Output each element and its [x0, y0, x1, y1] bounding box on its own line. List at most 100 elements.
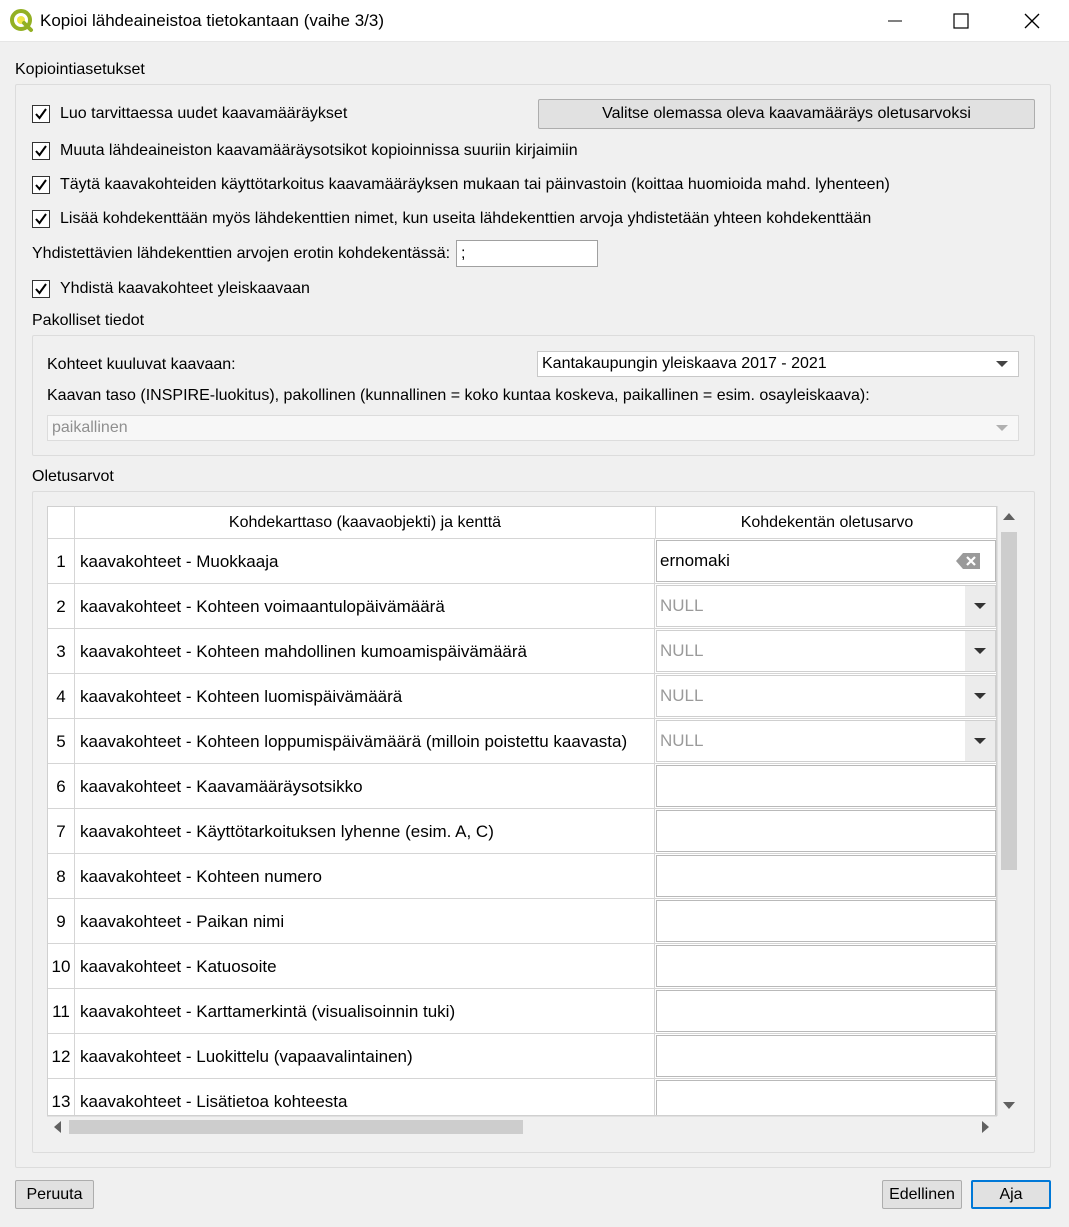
- plan-level-select: paikallinen: [47, 415, 1019, 441]
- fill-usage-label: Täytä kaavakohteiden käyttötarkoitus kaa…: [60, 176, 890, 193]
- separator-label: Yhdistettävien lähdekenttien arvojen ero…: [32, 245, 451, 262]
- row-field-name: kaavakohteet - Kohteen luomispäivämäärä: [75, 674, 655, 719]
- row-number: 9: [48, 899, 75, 944]
- copy-settings-title: Kopiointiasetukset: [15, 61, 145, 78]
- chevron-down-icon[interactable]: [965, 721, 995, 761]
- scroll-up-icon[interactable]: [1003, 512, 1015, 520]
- row-field-name: kaavakohteet - Muokkaaja: [75, 539, 655, 584]
- horizontal-scrollbar[interactable]: [47, 1116, 997, 1137]
- row-field-name: kaavakohteet - Paikan nimi: [75, 899, 655, 944]
- table-row[interactable]: 11 kaavakohteet - Karttamerkintä (visuali…: [48, 989, 996, 1034]
- row-field-name: kaavakohteet - Kohteen numero: [75, 854, 655, 899]
- clear-icon[interactable]: [955, 552, 981, 570]
- plan-select-value: Kantakaupungin yleiskaava 2017 - 2021: [542, 355, 827, 372]
- plan-select[interactable]: Kantakaupungin yleiskaava 2017 - 2021: [537, 351, 1019, 377]
- row-field-name: kaavakohteet - Kohteen voimaantulopäiväm…: [75, 584, 655, 629]
- table-row[interactable]: 7 kaavakohteet - Käyttötarkoituksen lyhen…: [48, 809, 996, 854]
- checkmark-icon: [35, 179, 47, 191]
- separator-input[interactable]: ;: [456, 240, 598, 267]
- uppercase-titles-checkbox[interactable]: [32, 142, 50, 160]
- row-value-text: NULL: [660, 731, 704, 750]
- table-row[interactable]: 2 kaavakohteet - Kohteen voimaantulopäivä…: [48, 584, 996, 629]
- chevron-down-icon[interactable]: [965, 676, 995, 716]
- row-field-name: kaavakohteet - Lisätietoa kohteesta: [75, 1079, 655, 1115]
- select-default-regulation-button[interactable]: Valitse olemassa oleva kaavamääräys olet…: [538, 99, 1035, 129]
- row-value-text: NULL: [660, 686, 704, 705]
- row-value-text: ernomaki: [660, 551, 730, 570]
- merge-features-label: Yhdistä kaavakohteet yleiskaavaan: [60, 280, 310, 297]
- row-field-name: kaavakohteet - Kohteen loppumispäivämäär…: [75, 719, 655, 764]
- horizontal-scroll-thumb[interactable]: [69, 1120, 523, 1134]
- table-row[interactable]: 5 kaavakohteet - Kohteen loppumispäivämää…: [48, 719, 996, 764]
- window-title: Kopioi lähdeaineistoa tietokantaan (vaih…: [40, 11, 385, 30]
- default-value-input[interactable]: [656, 1080, 996, 1115]
- vertical-scrollbar[interactable]: [997, 506, 1019, 1116]
- maximize-button[interactable]: [938, 0, 984, 42]
- default-date-select[interactable]: NULL: [656, 585, 996, 627]
- defaults-title: Oletusarvot: [32, 468, 114, 485]
- table-row[interactable]: 12 kaavakohteet - Luokittelu (vapaavalint…: [48, 1034, 996, 1079]
- create-regulations-label: Luo tarvittaessa uudet kaavamääräykset: [60, 105, 348, 122]
- row-field-name: kaavakohteet - Käyttötarkoituksen lyhenn…: [75, 809, 655, 854]
- table-row[interactable]: 4 kaavakohteet - Kohteen luomispäivämäärä…: [48, 674, 996, 719]
- scroll-left-icon[interactable]: [53, 1121, 61, 1133]
- chevron-down-icon: [996, 361, 1008, 367]
- scroll-right-icon[interactable]: [982, 1121, 990, 1133]
- vertical-scroll-thumb[interactable]: [1001, 532, 1017, 870]
- row-number: 11: [48, 989, 75, 1034]
- table-row[interactable]: 1 kaavakohteet - Muokkaaja ernomaki: [48, 539, 996, 584]
- row-number: 8: [48, 854, 75, 899]
- row-number: 4: [48, 674, 75, 719]
- row-field-name: kaavakohteet - Kohteen mahdollinen kumoa…: [75, 629, 655, 674]
- chevron-down-icon[interactable]: [965, 586, 995, 626]
- row-number: 7: [48, 809, 75, 854]
- column-header-field[interactable]: Kohdekarttaso (kaavaobjekti) ja kenttä: [75, 507, 656, 539]
- scroll-down-icon[interactable]: [1003, 1102, 1015, 1110]
- table-row[interactable]: 9 kaavakohteet - Paikan nimi: [48, 899, 996, 944]
- cancel-button[interactable]: Peruuta: [15, 1180, 94, 1209]
- table-row[interactable]: 3 kaavakohteet - Kohteen mahdollinen kumo…: [48, 629, 996, 674]
- default-date-select[interactable]: NULL: [656, 675, 996, 717]
- table-row[interactable]: 8 kaavakohteet - Kohteen numero: [48, 854, 996, 899]
- run-button[interactable]: Aja: [971, 1180, 1051, 1209]
- default-value-input[interactable]: [656, 810, 996, 852]
- default-value-input[interactable]: [656, 765, 996, 807]
- row-number: 2: [48, 584, 75, 629]
- minimize-button[interactable]: [872, 0, 918, 42]
- create-regulations-checkbox[interactable]: [32, 105, 50, 123]
- fill-usage-checkbox[interactable]: [32, 176, 50, 194]
- default-value-input[interactable]: [656, 900, 996, 942]
- minimize-icon: [888, 20, 902, 22]
- add-field-names-label: Lisää kohdekenttään myös lähdekenttien n…: [60, 210, 872, 227]
- row-number: 3: [48, 629, 75, 674]
- checkmark-icon: [35, 283, 47, 295]
- row-field-name: kaavakohteet - Karttamerkintä (visualiso…: [75, 989, 655, 1034]
- close-button[interactable]: [1009, 0, 1055, 42]
- column-header-default[interactable]: Kohdekentän oletusarvo: [656, 507, 996, 539]
- chevron-down-icon: [996, 425, 1008, 431]
- table-row[interactable]: 6 kaavakohteet - Kaavamääräysotsikko: [48, 764, 996, 809]
- default-value-input[interactable]: [656, 990, 996, 1032]
- default-value-input[interactable]: [656, 1035, 996, 1077]
- chevron-down-icon[interactable]: [965, 631, 995, 671]
- merge-features-checkbox[interactable]: [32, 280, 50, 298]
- table-row[interactable]: 10 kaavakohteet - Katuosoite: [48, 944, 996, 989]
- table-row[interactable]: 13 kaavakohteet - Lisätietoa kohteesta: [48, 1079, 996, 1115]
- row-number: 5: [48, 719, 75, 764]
- header-corner: [48, 507, 75, 539]
- uppercase-titles-label: Muuta lähdeaineiston kaavamääräysotsikot…: [60, 142, 578, 159]
- previous-button[interactable]: Edellinen: [882, 1180, 962, 1209]
- checkmark-icon: [35, 108, 47, 120]
- row-value-text: NULL: [660, 596, 704, 615]
- row-field-name: kaavakohteet - Katuosoite: [75, 944, 655, 989]
- default-date-select[interactable]: NULL: [656, 630, 996, 672]
- default-value-input[interactable]: [656, 945, 996, 987]
- maximize-icon: [953, 13, 969, 29]
- default-date-select[interactable]: NULL: [656, 720, 996, 762]
- default-value-input[interactable]: [656, 855, 996, 897]
- plan-level-value: paikallinen: [52, 419, 128, 436]
- default-value-input[interactable]: ernomaki: [656, 540, 996, 582]
- row-number: 13: [48, 1079, 75, 1115]
- defaults-table: Kohdekarttaso (kaavaobjekti) ja kenttä K…: [47, 506, 997, 1116]
- add-field-names-checkbox[interactable]: [32, 210, 50, 228]
